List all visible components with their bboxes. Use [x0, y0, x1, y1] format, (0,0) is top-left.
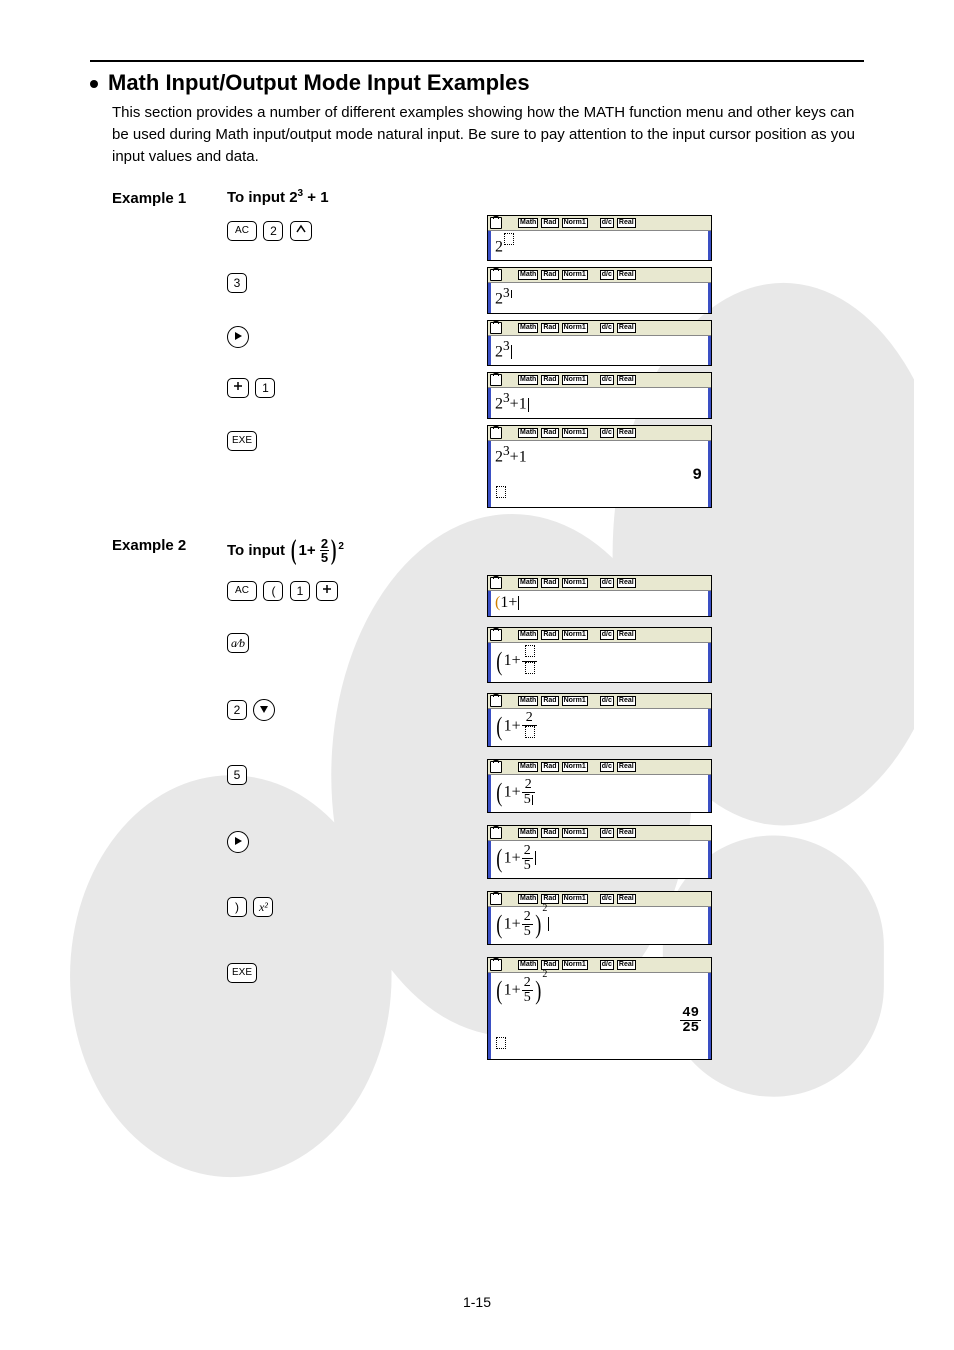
page: Math Input/Output Mode Input Examples Th… [0, 0, 954, 1350]
key-sequence: 3 [227, 267, 487, 293]
calc-screen: Math Rad Norm1 d/c Real (1+25 [487, 759, 712, 813]
result-value: 49 25 [495, 1006, 704, 1035]
key-sequence: AC 2 [227, 215, 487, 241]
calc-screen: Math Rad Norm1 d/c Real (1+ [487, 575, 712, 617]
step-row: EXE Math Rad Norm1 d/c Real 23+1 9 [227, 425, 864, 515]
bullet-icon [90, 80, 98, 88]
example-label: Example 2 [112, 535, 227, 554]
screen-line: (1+25 [495, 777, 704, 808]
calc-screen: Math Rad Norm1 d/c Real 23+1 [487, 372, 712, 419]
digit-key: 5 [227, 765, 247, 785]
digit-key: 2 [227, 700, 247, 720]
step-row: Math Rad Norm1 d/c Real (1+25 [227, 825, 864, 885]
key-sequence [227, 320, 487, 348]
x-squared-key: x² [253, 897, 273, 917]
lparen-key: ( [263, 581, 283, 601]
step-row: 5 Math Rad Norm1 d/c Real (1+25 [227, 759, 864, 819]
screen-line: 23+1 [495, 443, 704, 467]
digit-key: 2 [263, 221, 283, 241]
status-tag: d/c [600, 218, 614, 228]
step-row: EXE Math Rad Norm1 d/c Real (1+ [227, 957, 864, 1067]
step-row: 1 Math Rad Norm1 d/c Real 23+1 [227, 372, 864, 419]
example-goal: To input 23 + 1 [227, 188, 329, 206]
ac-key: AC [227, 221, 257, 241]
key-sequence: ) x² [227, 891, 487, 917]
key-sequence: EXE [227, 957, 487, 983]
exe-key: EXE [227, 963, 257, 983]
key-sequence: AC ( 1 [227, 575, 487, 601]
step-row: Math Rad Norm1 d/c Real 23 [227, 320, 864, 367]
digit-key: 1 [290, 581, 310, 601]
screen-line: (1+25 [495, 843, 704, 874]
step-row: AC ( 1 Math Rad Norm1 d/c Real [227, 575, 864, 621]
page-number: 1-15 [0, 1294, 954, 1310]
status-bar: Math Rad Norm1 d/c Real [488, 216, 711, 231]
calc-screen: Math Rad Norm1 d/c Real (1+25)2 4 [487, 957, 712, 1060]
screen-line: (1+ [495, 593, 704, 612]
screen-line: (1+2 [495, 711, 704, 742]
result-value: 9 [495, 466, 704, 484]
plus-key [227, 378, 249, 398]
top-rule [90, 60, 864, 62]
step-row: ) x² Math Rad Norm1 d/c Real [227, 891, 864, 951]
calc-screen: Math Rad Norm1 d/c Real 23+1 9 [487, 425, 712, 509]
calc-screen: Math Rad Norm1 d/c Real (1+2 [487, 693, 712, 747]
example-label: Example 1 [112, 188, 227, 207]
digit-key: 1 [255, 378, 275, 398]
example-2: Example 2 To input (1+ 25)2 AC ( 1 [112, 535, 864, 1067]
screen-line: (1+25)2 [495, 975, 704, 1006]
section-header: Math Input/Output Mode Input Examples [90, 70, 864, 96]
plus-key [316, 581, 338, 601]
key-sequence [227, 825, 487, 853]
screen-line: 23 [495, 285, 704, 309]
caret-key [290, 221, 312, 241]
screen-line: 23 [495, 338, 704, 362]
key-sequence: 1 [227, 372, 487, 398]
down-arrow-key [253, 699, 275, 721]
example-1: Example 1 To input 23 + 1 AC 2 Math [112, 188, 864, 515]
calc-screen: Math Rad Norm1 d/c Real (1+25 [487, 825, 712, 879]
clipboard-icon [490, 217, 502, 229]
status-tag: Real [617, 218, 636, 228]
right-arrow-key [227, 831, 249, 853]
step-row: a⁄b Math Rad Norm1 d/c Real (1+ [227, 627, 864, 687]
step-row: AC 2 Math Rad Norm1 d/c Real [227, 215, 864, 262]
screen-line: (1+25)2 [495, 909, 704, 940]
right-arrow-key [227, 326, 249, 348]
key-sequence: a⁄b [227, 627, 487, 653]
step-row: 2 Math Rad Norm1 d/c Real [227, 693, 864, 753]
calc-screen: Math Rad Norm1 d/c Real (1+25)2 [487, 891, 712, 945]
step-row: 3 Math Rad Norm1 d/c Real 23 [227, 267, 864, 314]
status-tag: Rad [541, 218, 558, 228]
key-sequence: EXE [227, 425, 487, 451]
calc-screen: Math Rad Norm1 d/c Real 2 [487, 215, 712, 262]
rparen-key: ) [227, 897, 247, 917]
digit-key: 3 [227, 273, 247, 293]
status-tag: Math [518, 218, 538, 228]
screen-line: (1+ [495, 645, 704, 678]
status-tag: Norm1 [562, 218, 588, 228]
example-goal: To input (1+ 25)2 [227, 535, 344, 567]
calc-screen: Math Rad Norm1 d/c Real 23 [487, 267, 712, 314]
fraction-key: a⁄b [227, 633, 249, 653]
screen-line: 2 [495, 233, 704, 257]
ac-key: AC [227, 581, 257, 601]
section-description: This section provides a number of differ… [112, 102, 864, 167]
calc-screen: Math Rad Norm1 d/c Real (1+ [487, 627, 712, 683]
screen-line: 23+1 [495, 390, 704, 414]
key-sequence: 2 [227, 693, 487, 721]
exe-key: EXE [227, 431, 257, 451]
calc-screen: Math Rad Norm1 d/c Real 23 [487, 320, 712, 367]
section-title: Math Input/Output Mode Input Examples [108, 70, 530, 96]
key-sequence: 5 [227, 759, 487, 785]
